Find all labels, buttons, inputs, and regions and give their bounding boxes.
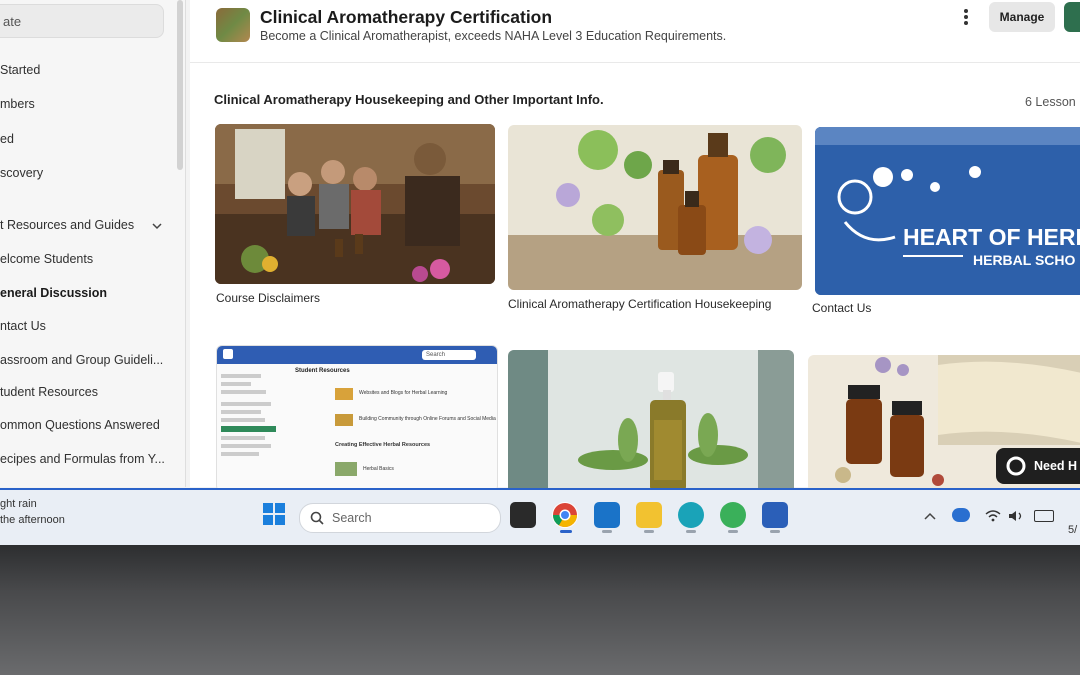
sidebar-search-text: ate [3, 14, 22, 29]
course-title: Clinical Aromatherapy Certification [260, 7, 553, 27]
app-indicator [602, 530, 612, 533]
course-thumbnail [216, 8, 250, 42]
course-subtitle: Become a Clinical Aromatherapist, exceed… [260, 29, 727, 43]
mini-search: Search [422, 350, 476, 360]
mini-thumb [335, 462, 357, 476]
search-icon [310, 511, 324, 525]
mini-topbar: Search [217, 346, 497, 364]
lesson-card-title[interactable]: Contact Us [812, 301, 1080, 316]
mini-sidebar [221, 370, 281, 480]
weather-forecast: the afternoon [0, 514, 65, 526]
mini-subheading: Creating Effective Herbal Resources [335, 442, 431, 448]
mini-thumb [335, 388, 353, 400]
weather-widget[interactable]: ght rain the afternoon [0, 496, 65, 528]
app-indicator [770, 530, 780, 533]
lesson-card-image-resources[interactable]: Search Student Resources Websites and Bl… [216, 345, 498, 492]
sidebar-group-resources-guides[interactable]: t Resources and Guides [0, 218, 162, 232]
active-app-indicator [560, 530, 572, 533]
lesson-card-title[interactable]: Clinical Aromatherapy Certification Hous… [508, 297, 802, 312]
laptop-body [0, 590, 1080, 675]
cloud-sync-icon[interactable] [952, 508, 970, 522]
app-indicator [686, 530, 696, 533]
workshop-photo [215, 124, 495, 284]
taskbar: ght rain the afternoon Search 5/ [0, 488, 1080, 545]
sidebar-search-field[interactable]: ate [0, 4, 164, 38]
sidebar-item-ed[interactable]: ed [0, 132, 14, 146]
mini-thumb [335, 414, 353, 426]
battery-icon[interactable] [1034, 510, 1054, 522]
sidebar-group-label: t Resources and Guides [0, 218, 135, 232]
sidebar-item-classroom-guidelines[interactable]: assroom and Group Guideli... [0, 353, 163, 367]
windows-start-icon[interactable] [263, 503, 285, 525]
more-options-icon[interactable] [960, 8, 972, 28]
lesson-card-image-disclaimers[interactable] [215, 124, 495, 284]
sidebar-item-discovery[interactable]: scovery [0, 166, 43, 180]
sidebar-item-members[interactable]: mbers [0, 97, 35, 111]
lesson-card-image-spray[interactable] [508, 350, 794, 495]
sidebar-scrollbar[interactable] [177, 0, 183, 170]
need-help-button[interactable]: Need H [996, 448, 1080, 484]
lesson-card-title[interactable]: Course Disclaimers [216, 291, 496, 306]
sidebar-item-welcome-students[interactable]: elcome Students [0, 252, 93, 266]
edge-icon[interactable] [678, 502, 704, 528]
sidebar-item-getting-started[interactable]: Started [0, 63, 40, 77]
word-icon[interactable] [762, 502, 788, 528]
lifebuoy-icon [1006, 456, 1026, 476]
mini-logo-icon [223, 349, 233, 359]
lesson-card-image-contact[interactable]: HEART OF HERE HERBAL SCHO [815, 127, 1080, 295]
sidebar-item-common-questions[interactable]: ommon Questions Answered [0, 418, 160, 432]
primary-action-button[interactable] [1064, 2, 1080, 32]
chrome-icon[interactable] [552, 502, 578, 528]
mini-row: Building Community through Online Forums… [359, 416, 496, 422]
lesson-count: 6 Lesson [1025, 95, 1076, 109]
sidebar-item-general-discussion[interactable]: eneral Discussion [0, 286, 107, 300]
spray-bottle-photo [508, 350, 794, 495]
volume-icon[interactable] [1008, 510, 1024, 522]
chevron-up-icon[interactable] [924, 512, 936, 520]
outlook-icon[interactable] [594, 502, 620, 528]
sidebar: ate Started mbers ed scovery t Resources… [0, 0, 186, 487]
weather-condition: ght rain [0, 498, 37, 510]
screen: ate Started mbers ed scovery t Resources… [0, 0, 1080, 545]
taskbar-search-placeholder: Search [332, 511, 372, 525]
need-help-label: Need H [1034, 459, 1078, 473]
app-indicator [728, 530, 738, 533]
herbal-school-logo: HEART OF HERE HERBAL SCHO [815, 127, 1080, 295]
chevron-down-icon [152, 223, 162, 229]
file-explorer-icon[interactable] [636, 502, 662, 528]
task-view-icon[interactable] [510, 502, 536, 528]
taskbar-search-input[interactable]: Search [299, 503, 501, 533]
mini-row: Websites and Blogs for Herbal Learning [359, 390, 448, 396]
wifi-icon[interactable] [985, 510, 1001, 522]
svg-text:HEART OF HERE: HEART OF HERE [903, 224, 1080, 250]
main-content: Clinical Aromatherapy Certification Beco… [190, 0, 1080, 498]
oil-bottles-photo [508, 125, 802, 290]
clock[interactable]: 5/ [1068, 524, 1077, 536]
mini-section-title: Student Resources [295, 368, 350, 374]
lesson-card-image-housekeeping[interactable] [508, 125, 802, 290]
sidebar-item-recipes-formulas[interactable]: ecipes and Formulas from Y... [0, 452, 165, 466]
sidebar-item-contact-us[interactable]: ntact Us [0, 319, 46, 333]
app-indicator [644, 530, 654, 533]
section-title: Clinical Aromatherapy Housekeeping and O… [214, 92, 604, 107]
svg-text:HERBAL SCHO: HERBAL SCHO [973, 252, 1076, 268]
sidebar-item-student-resources[interactable]: tudent Resources [0, 385, 98, 399]
header-divider [190, 62, 1080, 63]
app-icon[interactable] [720, 502, 746, 528]
mini-row: Herbal Basics [363, 466, 394, 472]
manage-button[interactable]: Manage [989, 2, 1055, 32]
